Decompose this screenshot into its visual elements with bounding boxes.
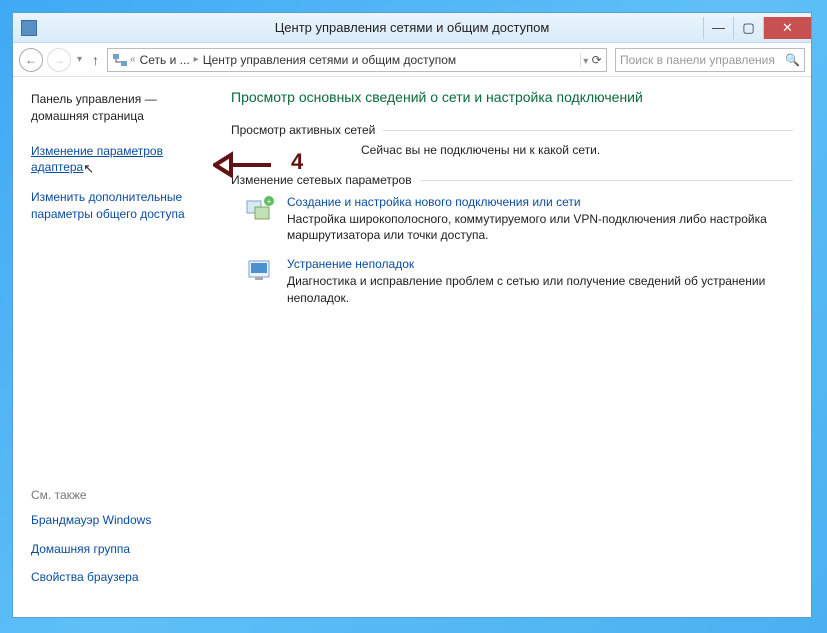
- maximize-button[interactable]: ▢: [733, 17, 763, 39]
- app-icon: [21, 20, 37, 36]
- nav-toolbar: ← → ▾ ↑ « Сеть и ... ▸ Центр управления …: [13, 43, 811, 77]
- sidebar: Панель управления — домашняя страница Из…: [13, 77, 219, 617]
- forward-button[interactable]: →: [47, 48, 71, 72]
- search-input[interactable]: [620, 53, 785, 67]
- search-icon: 🔍: [785, 53, 800, 67]
- see-also-firewall[interactable]: Брандмауэр Windows: [31, 512, 207, 528]
- new-connection-link[interactable]: Создание и настройка нового подключения …: [287, 195, 793, 209]
- troubleshoot-link[interactable]: Устранение неполадок: [287, 257, 793, 271]
- back-button[interactable]: ←: [19, 48, 43, 72]
- see-also-browser[interactable]: Свойства браузера: [31, 569, 207, 585]
- troubleshoot-icon: [245, 257, 277, 285]
- network-icon: [112, 52, 128, 68]
- troubleshoot-desc: Диагностика и исправление проблем с сеть…: [287, 273, 793, 305]
- breadcrumb-network[interactable]: Сеть и ...: [136, 53, 194, 67]
- main-content: Просмотр основных сведений о сети и наст…: [219, 77, 811, 617]
- connection-status: Сейчас вы не подключены ни к какой сети.: [361, 143, 793, 157]
- new-connection-icon: +: [245, 195, 277, 223]
- up-button[interactable]: ↑: [88, 50, 103, 70]
- sidebar-link-sharing[interactable]: Изменить дополнительные параметры общего…: [31, 189, 207, 221]
- see-also-homegroup[interactable]: Домашняя группа: [31, 541, 207, 557]
- change-settings-label: Изменение сетевых параметров: [231, 173, 793, 187]
- address-bar[interactable]: « Сеть и ... ▸ Центр управления сетями и…: [107, 48, 607, 72]
- option-troubleshoot[interactable]: Устранение неполадок Диагностика и испра…: [245, 257, 793, 305]
- titlebar[interactable]: Центр управления сетями и общим доступом…: [13, 13, 811, 43]
- cursor-icon: ↖: [83, 160, 94, 178]
- sidebar-home-link[interactable]: Панель управления — домашняя страница: [31, 91, 207, 125]
- active-networks-label: Просмотр активных сетей: [231, 123, 793, 137]
- minimize-button[interactable]: —: [703, 17, 733, 39]
- search-box[interactable]: 🔍: [615, 48, 805, 72]
- see-also-label: См. также: [31, 488, 207, 502]
- close-button[interactable]: ✕: [763, 17, 811, 39]
- refresh-button[interactable]: ▾ ⟳: [580, 53, 604, 67]
- sidebar-link-adapter[interactable]: Изменение параметров адаптера↖: [31, 143, 207, 178]
- window-title: Центр управления сетями и общим доступом: [13, 20, 811, 35]
- svg-text:+: +: [267, 197, 272, 206]
- control-panel-window: Центр управления сетями и общим доступом…: [12, 12, 812, 618]
- breadcrumb-center[interactable]: Центр управления сетями и общим доступом: [199, 53, 461, 67]
- option-new-connection[interactable]: + Создание и настройка нового подключени…: [245, 195, 793, 243]
- page-heading: Просмотр основных сведений о сети и наст…: [231, 89, 793, 105]
- new-connection-desc: Настройка широкополосного, коммутируемог…: [287, 211, 793, 243]
- history-dropdown[interactable]: ▾: [75, 54, 84, 65]
